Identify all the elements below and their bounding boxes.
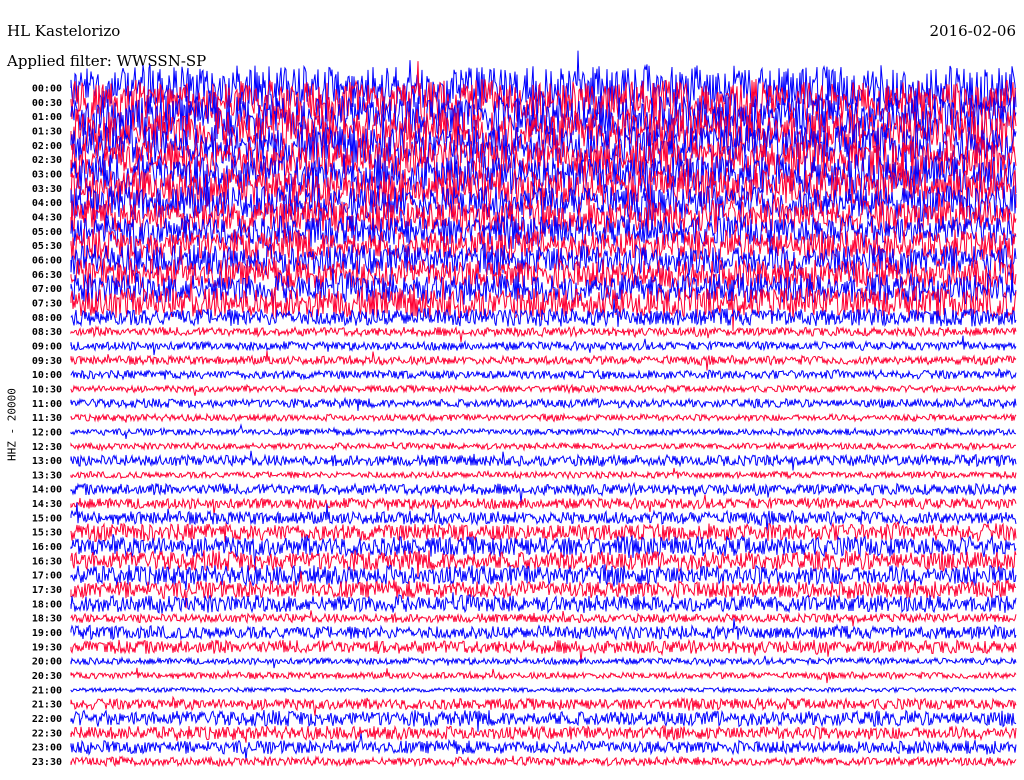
row-time-label: 11:30 [32,413,62,424]
row-time-label: 09:00 [32,341,62,352]
row-time-label: 15:30 [32,528,62,539]
row-time-label: 04:30 [32,212,62,223]
row-time-label: 18:00 [32,599,62,610]
trace-row [70,755,1017,768]
trace-row [70,423,1017,439]
row-time-label: 07:30 [32,298,62,309]
row-time-label: 00:00 [32,84,62,95]
row-time-label: 03:30 [32,184,62,195]
helicorder-plot: 00:00 00:30 01:00 01:30 02:00 02:30 03:00 03:30… [32,50,1017,768]
row-time-label: 15:00 [32,513,62,524]
row-time-label: 07:00 [32,284,62,295]
row-time-label: 21:00 [32,685,62,696]
trace-row [70,396,1017,411]
row-time-label: 04:00 [32,198,62,209]
trace-row [70,655,1017,669]
trace-row [70,412,1017,423]
row-time-label: 12:00 [32,427,62,438]
trace-row [70,610,1017,627]
row-time-label: 13:30 [32,470,62,481]
row-time-label: 18:30 [32,614,62,625]
row-time-label: 14:00 [32,485,62,496]
trace-row [70,520,1017,543]
trace-row [70,695,1017,716]
row-time-label: 00:30 [32,98,62,109]
row-time-label: 19:30 [32,642,62,653]
trace-row [70,733,1017,762]
row-time-label: 17:00 [32,571,62,582]
row-time-label: 20:30 [32,671,62,682]
row-time-label: 23:30 [32,757,62,768]
row-time-label: 05:30 [32,241,62,252]
row-time-label: 02:30 [32,155,62,166]
row-time-label: 10:30 [32,384,62,395]
trace-row [70,335,1017,356]
trace-row [70,383,1016,396]
row-time-label: 16:00 [32,542,62,553]
row-time-label: 12:30 [32,442,62,453]
trace-row [70,367,1017,381]
row-time-label: 01:30 [32,126,62,137]
row-time-label: 17:30 [32,585,62,596]
trace-row [70,667,1017,684]
trace-row [70,350,1017,371]
row-time-label: 20:00 [32,657,62,668]
trace-row [70,592,1017,615]
row-time-label: 14:30 [32,499,62,510]
row-time-label: 11:00 [32,399,62,410]
row-time-label: 08:00 [32,313,62,324]
trace-row [70,467,1017,481]
row-time-label: 02:00 [32,141,62,152]
row-time-label: 19:00 [32,628,62,639]
row-time-label: 09:30 [32,356,62,367]
row-time-label: 08:30 [32,327,62,338]
row-time-label: 13:00 [32,456,62,467]
row-time-label: 22:30 [32,728,62,739]
row-time-label: 16:30 [32,556,62,567]
row-time-label: 23:00 [32,743,62,754]
trace-row [70,724,1017,743]
row-time-label: 06:00 [32,255,62,266]
trace-row [70,450,1017,471]
row-time-label: 22:00 [32,714,62,725]
trace-row [70,324,1017,343]
row-time-label: 01:00 [32,112,62,123]
trace-row [70,685,1017,694]
row-time-label: 10:00 [32,370,62,381]
row-time-label: 05:00 [32,227,62,238]
row-time-label: 03:00 [32,169,62,180]
trace-row [70,441,1017,452]
row-time-label: 06:30 [32,270,62,281]
row-time-label: 21:30 [32,700,62,711]
